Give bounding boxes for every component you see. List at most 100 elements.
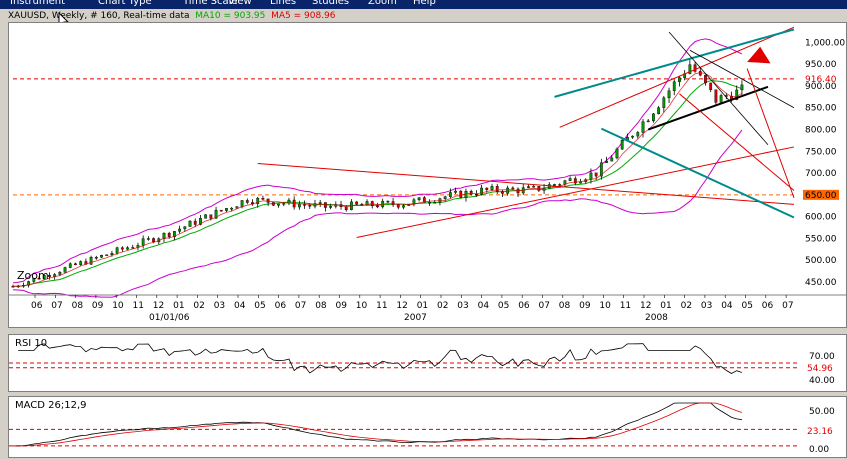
candle: [532, 186, 536, 188]
candle: [204, 214, 208, 219]
candle: [303, 204, 306, 206]
candle: [490, 186, 494, 190]
candle: [68, 263, 72, 268]
month-tick: 11: [133, 301, 144, 311]
menu-help[interactable]: Help: [413, 0, 436, 8]
candle: [89, 257, 93, 265]
candle: [271, 202, 275, 206]
bollinger-lower: [12, 129, 743, 298]
month-tick: 06: [762, 301, 774, 311]
month-tick: 10: [599, 301, 611, 311]
month-tick: 05: [254, 301, 265, 311]
trendline-red-down: [679, 93, 795, 191]
price-plot: [11, 26, 795, 298]
candle: [672, 81, 676, 91]
candle: [443, 196, 447, 199]
candle: [704, 74, 707, 84]
month-tick: 03: [214, 301, 225, 311]
candle: [589, 172, 593, 180]
candle: [245, 200, 249, 203]
month-tick: 09: [579, 301, 591, 311]
menu-zoom[interactable]: Zoom: [368, 0, 397, 8]
price-tick: 1,000.00: [805, 38, 845, 48]
price-marker-650: 650.00: [805, 191, 837, 201]
month-tick: 09: [336, 301, 348, 311]
candle: [542, 187, 546, 191]
candle: [219, 209, 223, 212]
month-tick: 10: [356, 301, 368, 311]
price-chart-pane[interactable]: 1,000.00 950.00 900.00 850.00 800.00 750.00 70…: [8, 22, 847, 328]
macd-svg: [9, 402, 799, 447]
candle: [506, 187, 510, 194]
candle: [417, 197, 421, 201]
candle: [412, 199, 416, 205]
candle: [308, 205, 312, 207]
candle: [553, 184, 556, 186]
candle: [709, 82, 713, 90]
candle: [527, 186, 530, 188]
price-tick: 800.00: [805, 126, 837, 136]
candle: [193, 220, 197, 225]
rsi-pane[interactable]: RSI 10 70.00 40.00 54.96: [8, 334, 847, 392]
candle: [266, 198, 270, 203]
macd-tick-50: 50.00: [809, 407, 835, 417]
menu-view[interactable]: View: [228, 0, 252, 8]
candle: [105, 254, 109, 256]
candle: [474, 193, 478, 196]
rsi-title: RSI 10: [15, 338, 48, 349]
month-tick: 04: [721, 301, 733, 311]
menu-instrument[interactable]: Instrument: [10, 0, 65, 8]
candle: [120, 247, 124, 250]
month-tick: 01: [660, 301, 671, 311]
month-tick: 09: [92, 301, 104, 311]
candle: [402, 205, 405, 208]
month-tick: 11: [620, 301, 631, 311]
candle: [657, 107, 661, 115]
menu-lines[interactable]: Lines: [270, 0, 296, 8]
candle: [568, 178, 572, 181]
price-tick: 850.00: [805, 104, 837, 114]
price-tick: 700.00: [805, 169, 837, 179]
candle: [652, 113, 655, 122]
candle: [63, 267, 67, 273]
month-tick: 12: [153, 301, 164, 311]
macd-pane[interactable]: MACD 26;12,9 50.00 0.00 23.16: [8, 396, 847, 458]
candle: [318, 202, 322, 204]
year-label-2008: 2008: [645, 313, 668, 323]
candle: [282, 203, 286, 205]
candle: [386, 200, 390, 203]
candle: [297, 204, 301, 208]
candle: [693, 64, 697, 72]
candle: [428, 202, 431, 204]
month-tick: 08: [315, 301, 327, 311]
rsi-svg: [9, 343, 799, 374]
price-tick: 550.00: [805, 234, 837, 244]
candle: [678, 77, 681, 82]
candle: [376, 205, 379, 208]
candle: [558, 184, 562, 186]
month-tick: 06: [275, 301, 287, 311]
candle: [620, 140, 624, 150]
candle: [235, 206, 239, 209]
ma10-line: [12, 80, 743, 287]
month-tick: 06: [31, 301, 43, 311]
price-tick: 750.00: [805, 147, 837, 157]
month-tick: 05: [498, 301, 509, 311]
ma10-legend: MA10 = 903.95: [195, 11, 266, 21]
month-tick: 05: [742, 301, 753, 311]
price-chart-svg[interactable]: 1,000.00950.00900.00850.00800.00750.0070…: [9, 23, 847, 329]
candle: [126, 247, 129, 250]
menu-studies[interactable]: Studies: [312, 0, 349, 8]
candle: [277, 203, 280, 206]
candle: [329, 206, 333, 208]
trendline-black: [647, 85, 769, 131]
candle: [615, 148, 619, 159]
candle: [225, 208, 228, 211]
candle: [188, 220, 192, 227]
rsi-tick-70: 70.00: [809, 352, 835, 362]
menu-chart-type[interactable]: Chart Type: [98, 0, 152, 8]
year-label-2007: 2007: [404, 313, 427, 323]
month-tick: 12: [640, 301, 651, 311]
candle: [240, 200, 244, 207]
month-tick: 11: [376, 301, 387, 311]
